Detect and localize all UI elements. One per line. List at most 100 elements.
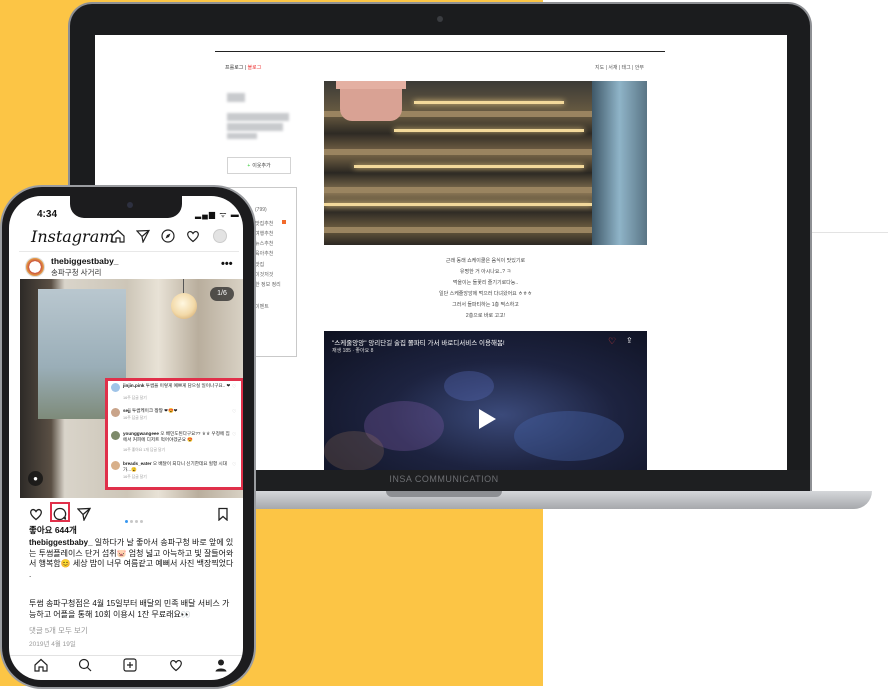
likes-count[interactable]: 좋아요 644개: [29, 524, 77, 536]
comment-popup: jinjin.pink 투썸을 이렇게 예쁘게 담으실 일이나구요.. ❤ 16…: [105, 378, 243, 490]
profile-desc-blurred: [227, 133, 257, 139]
tab-profile-icon[interactable]: [214, 658, 228, 672]
comment-meta[interactable]: 16주 답글 달기: [123, 396, 147, 401]
category-item[interactable]: 맛집추천: [255, 220, 273, 227]
home-icon[interactable]: [111, 229, 125, 243]
video-crowd: [444, 371, 494, 401]
comment-heart-icon[interactable]: ♡: [232, 432, 236, 438]
comment-icon[interactable]: [53, 507, 67, 521]
category-item[interactable]: 이것저것: [255, 271, 273, 278]
stair-light: [414, 101, 564, 104]
post-username[interactable]: thebiggestbaby_: [51, 256, 119, 266]
phone-screen: 4:34 ▂▄▆ ᯤ ▬ Instagram thebiggestbaby_ 송…: [9, 196, 243, 680]
comment-heart-icon[interactable]: ♡: [232, 384, 236, 390]
post-text-line: 그러서 들파티하는 1층 찍스하고: [452, 302, 519, 308]
blog-tabs: 프롤로그 | 블로그: [225, 64, 261, 71]
post-text-line: 2층으로 바로 고고!: [465, 313, 506, 319]
window-glass: [592, 81, 647, 245]
category-count: (799): [255, 207, 267, 213]
comment-user[interactable]: sejj: [123, 408, 131, 413]
status-icons: ▂▄▆ ᯤ ▬: [195, 210, 240, 219]
avatar[interactable]: [25, 257, 45, 277]
comment-meta[interactable]: 16주 답글 달기: [123, 416, 147, 421]
carousel-dot-active: [125, 520, 128, 523]
tab-search-icon[interactable]: [78, 658, 92, 672]
profile-icon[interactable]: [213, 229, 227, 243]
lamp: [171, 293, 197, 319]
category-item[interactable]: 이벤트: [255, 303, 269, 310]
more-options-icon[interactable]: •••: [221, 258, 233, 270]
follow-button[interactable]: + 이웃추가: [227, 157, 291, 174]
flower-pot-rim: [336, 81, 406, 89]
image-counter: 1/6: [210, 287, 234, 301]
stair-light: [394, 129, 584, 132]
tab-separator: |: [244, 65, 247, 71]
comment-avatar[interactable]: [111, 461, 120, 470]
user-tag-icon[interactable]: ●: [28, 471, 43, 486]
comment-avatar[interactable]: [111, 431, 120, 440]
comment-avatar[interactable]: [111, 383, 120, 392]
post-text-line: 근래 동래 쇼케이쿨은 음식이 맛있기로: [445, 258, 526, 264]
blog-top-line: [215, 51, 665, 52]
post-location[interactable]: 송파구청 사거리: [51, 267, 101, 278]
video-title: "스케줄앙앙" 앙리단길 술집 쫄파티 가서 바로디서비스 이용해봄!: [332, 340, 505, 347]
tab-prologue[interactable]: 프롤로그: [225, 65, 243, 71]
laptop-notch: [386, 491, 502, 497]
share-icon[interactable]: [77, 507, 91, 521]
video-player[interactable]: "스케줄앙앙" 앙리단길 술집 쫄파티 가서 바로디서비스 이용해봄! 재생 1…: [324, 331, 647, 470]
bookmark-icon[interactable]: [216, 507, 230, 521]
comment-meta[interactable]: 16주 좋아요 1개 답글 달기: [123, 448, 165, 453]
stair-light: [324, 203, 592, 206]
phone-camera: [127, 202, 133, 208]
new-badge: [282, 220, 286, 224]
tab-activity-icon[interactable]: [169, 658, 183, 672]
post-date: 2019년 4월 19일: [29, 641, 76, 648]
post-text-line: 일단 스케줄앙앙에 먹으러 다녀왔어요 ㅎㅎㅎ: [439, 291, 532, 297]
comment-meta[interactable]: 16주 답글 달기: [123, 475, 147, 480]
caption-dot: .: [29, 569, 32, 579]
caption-username[interactable]: thebiggestbaby_: [29, 538, 93, 547]
comment-body: 투썸을 이렇게 예쁘게 담으실 일이나구요.. ❤: [145, 383, 231, 388]
play-icon[interactable]: [473, 406, 499, 432]
comment-heart-icon[interactable]: ♡: [232, 409, 236, 415]
category-item[interactable]: 뉴스추천: [255, 240, 273, 247]
carousel-dot: [130, 520, 133, 523]
carousel-dot: [135, 520, 138, 523]
direct-icon[interactable]: [136, 229, 150, 243]
follow-label: 이웃추가: [252, 163, 271, 169]
comment-user[interactable]: younggwangeee: [123, 431, 159, 436]
comment-text: breads_eater 오 배달이 되다니 신기한데요 헐헝 시대가...😮: [123, 461, 231, 472]
profile-desc-blurred: [227, 113, 289, 121]
tab-home-icon[interactable]: [34, 658, 48, 672]
explore-icon[interactable]: [161, 229, 175, 243]
comment-user[interactable]: breads_eater: [123, 461, 152, 466]
tab-add-icon[interactable]: [123, 658, 137, 672]
share-icon[interactable]: ⇪: [626, 336, 633, 345]
comment-body: 투썸케이크 짱짱 ❤😍❤: [131, 408, 178, 413]
heart-icon[interactable]: [186, 229, 200, 243]
like-icon[interactable]: [29, 507, 43, 521]
post-text-line: 먹을이는 들꽃리 즐기기로다능..: [452, 280, 519, 286]
heart-icon[interactable]: ♡: [608, 336, 616, 347]
comment-text: sejj 투썸케이크 짱짱 ❤😍❤: [123, 408, 231, 414]
category-item[interactable]: 한 정보 정리: [255, 281, 281, 288]
category-item[interactable]: 여행추천: [255, 230, 273, 237]
comment-heart-icon[interactable]: ♡: [232, 462, 236, 468]
profile-desc-blurred: [227, 123, 283, 131]
category-item[interactable]: 육아추천: [255, 250, 273, 257]
blog-top-links[interactable]: 지도 | 서재 | 태그 | 안부: [595, 64, 644, 71]
carousel-dots: [125, 510, 145, 528]
comment-text: younggwangeee 오 배민도된다구요?? ㅎㅎ 우정에 집에서 커피에…: [123, 431, 231, 442]
video-crowd: [514, 411, 624, 461]
stairs-photo: [324, 81, 647, 245]
video-crowd: [324, 431, 384, 470]
comment-avatar[interactable]: [111, 408, 120, 417]
tab-blog[interactable]: 블로그: [248, 65, 262, 71]
comment-user[interactable]: jinjin.pink: [123, 383, 144, 388]
carousel-dot: [140, 520, 143, 523]
profile-name-blurred: [227, 93, 245, 102]
category-item[interactable]: 맛집: [255, 261, 264, 268]
video-meta: 재생 185 · 좋아요 8: [332, 348, 374, 354]
view-all-comments[interactable]: 댓글 5개 모두 보기: [29, 625, 88, 636]
instagram-logo[interactable]: Instagram: [31, 227, 114, 246]
